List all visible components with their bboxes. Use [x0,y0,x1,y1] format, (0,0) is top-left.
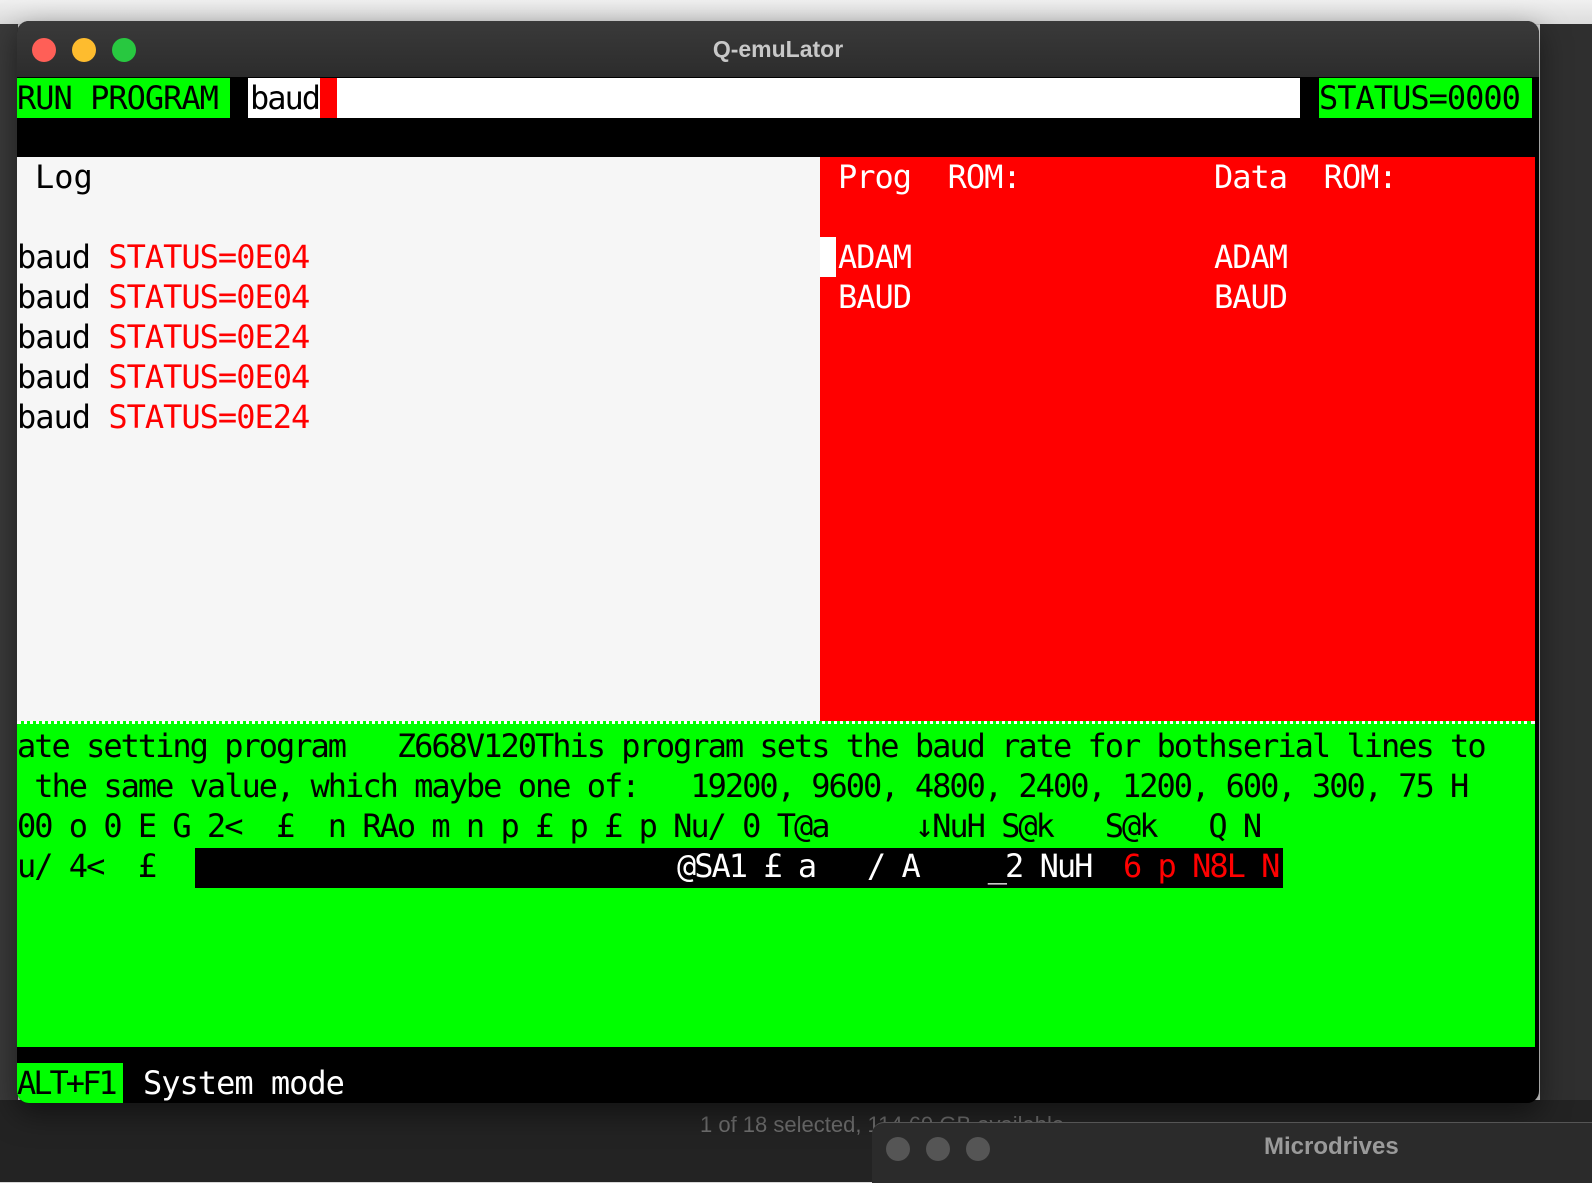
log-entry-command: baud [17,238,91,276]
log-entry-status: STATUS=0E04 [108,278,310,316]
dump-line: the same value, which maybe one of: 1920… [17,767,1469,805]
system-mode-label: System mode [143,1064,345,1102]
microdrives-maximize-button[interactable] [966,1137,990,1161]
log-entry: baud STATUS=0E24 [17,317,310,357]
prog-rom-item[interactable]: BAUD [838,277,912,317]
background-finder-sidebar [0,24,18,1182]
rom-selection-marker [820,237,836,277]
close-button[interactable] [32,38,56,62]
microdrives-window[interactable]: Microdrives [872,1122,1592,1183]
command-input-text: baud [250,79,321,117]
window-titlebar[interactable]: Q-emuLator [17,21,1539,77]
window-title: Q-emuLator [712,36,844,62]
dump-line: u/ 4< £ [17,847,157,885]
text-cursor [320,78,337,118]
data-rom-list: ADAM BAUD [1214,237,1288,317]
log-entry-status: STATUS=0E04 [108,358,310,396]
log-entry: baud STATUS=0E04 [17,357,310,397]
dump-inverse-text: @SA1 £ a / A _2 NuH [677,847,1093,885]
microdrives-minimize-button[interactable] [926,1137,950,1161]
log-entry-status: STATUS=0E24 [108,318,310,356]
microdrives-title: Microdrives [1264,1133,1399,1160]
rom-panel: Prog ROM: Data ROM: ADAM BAUD ADAM BAUD [820,157,1535,721]
log-entry-command: baud [17,398,91,436]
dump-inverse-red-text: 6 p N8L N [1123,847,1280,885]
prog-rom-title: Prog ROM: [838,158,1022,196]
run-program-label: RUN PROGRAM [17,78,230,118]
log-entry-status: STATUS=0E04 [108,238,310,276]
log-entry: baud STATUS=0E24 [17,397,310,437]
emulator-window: Q-emuLator RUN PROGRAM baud STATUS=0000 … [17,21,1539,1103]
log-entry: baud STATUS=0E04 [17,277,310,317]
log-title: Log [35,158,93,196]
prog-rom-list: ADAM BAUD [838,237,912,317]
dump-line: 00 o 0 E G 2< £ n RAo m n p £ p £ p Nu/ … [17,807,1262,845]
ql-screen[interactable]: RUN PROGRAM baud STATUS=0000 Log baud ST… [17,77,1535,1103]
maximize-button[interactable] [112,38,136,62]
log-entry-status: STATUS=0E24 [108,398,310,436]
data-rom-item[interactable]: BAUD [1214,277,1288,317]
log-list: baud STATUS=0E04 baud STATUS=0E04 baud S… [17,237,310,437]
command-input[interactable]: baud [248,78,1300,118]
dump-line: ate setting program Z668V120This program… [17,727,1487,765]
background-window-edge [1540,24,1592,1182]
memory-dump-panel: ate setting program Z668V120This program… [17,721,1535,1047]
prog-rom-item[interactable]: ADAM [838,237,912,277]
log-entry-command: baud [17,358,91,396]
log-entry-command: baud [17,278,91,316]
command-status: STATUS=0000 [1319,78,1532,118]
log-entry: baud STATUS=0E04 [17,237,310,277]
microdrives-close-button[interactable] [886,1137,910,1161]
log-panel: Log baud STATUS=0E04 baud STATUS=0E04 ba… [17,157,820,721]
data-rom-title: Data ROM: [1214,158,1398,196]
minimize-button[interactable] [72,38,96,62]
data-rom-item[interactable]: ADAM [1214,237,1288,277]
log-entry-command: baud [17,318,91,356]
alt-f1-hotkey[interactable]: ALT+F1 [17,1063,123,1103]
